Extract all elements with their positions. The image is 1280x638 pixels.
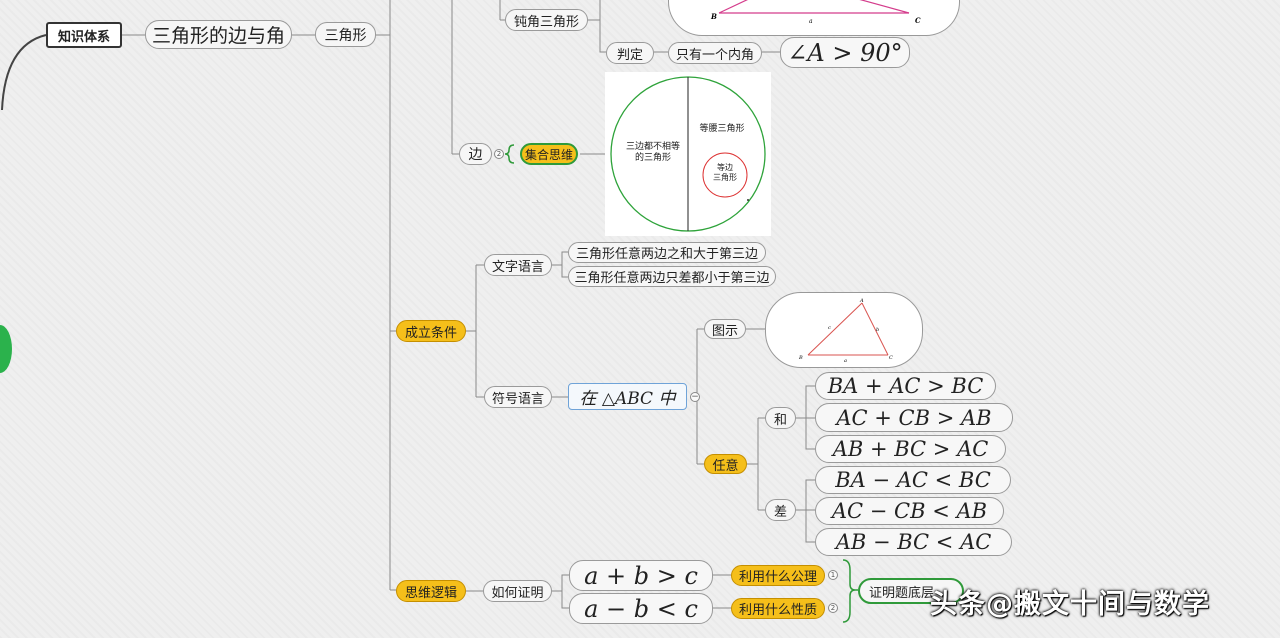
how-prove-node[interactable]: 如何证明	[483, 580, 552, 602]
diff-node[interactable]: 差	[765, 499, 796, 521]
vertex-label-c: C	[915, 16, 921, 25]
angle-formula-node[interactable]: ∠A > 90°	[780, 37, 910, 68]
ineq-ab-diff[interactable]: a − b < c	[569, 593, 713, 624]
side-b-line	[861, 302, 889, 356]
venn-label-equilateral: 等边 三角形	[713, 163, 737, 182]
one-angle-node[interactable]: 只有一个内角	[668, 42, 762, 64]
side-b-label: b	[876, 327, 879, 333]
symbol-language-node[interactable]: 符号语言	[484, 386, 552, 408]
vertex-label-b: B	[710, 12, 717, 21]
topic-node[interactable]: 三角形的边与角	[145, 20, 292, 49]
use-axiom-node[interactable]: 利用什么公理	[731, 565, 825, 586]
obtuse-triangle-figure: B a C	[668, 0, 960, 36]
venn-label-isosceles: 等腰三角形	[699, 124, 745, 134]
collapse-toggle[interactable]: −	[690, 392, 700, 402]
side-collapse-badge[interactable]: 2	[494, 149, 504, 159]
ineq-sum-3[interactable]: AB + BC > AC	[815, 435, 1006, 463]
vertex-b: B	[798, 355, 803, 361]
in-triangle-abc-node[interactable]: 在 △ABC 中	[568, 383, 687, 410]
triangle-node[interactable]: 三角形	[315, 22, 376, 47]
ineq-ab-sum[interactable]: a + b > c	[569, 560, 713, 591]
any-node[interactable]: 任意	[704, 454, 747, 474]
ineq-sum-1[interactable]: BA + AC > BC	[815, 372, 996, 400]
ineq-diff-3[interactable]: AB − BC < AC	[815, 528, 1012, 556]
side-a-label: a	[844, 358, 847, 364]
side-node[interactable]: 边	[459, 143, 492, 165]
set-thinking-node[interactable]: 集合思维	[520, 143, 578, 165]
obtuse-triangle-node[interactable]: 钝角三角形	[505, 9, 588, 31]
text-language-node[interactable]: 文字语言	[484, 254, 552, 276]
vertex-a: A	[859, 298, 864, 304]
sum-node[interactable]: 和	[765, 407, 796, 429]
figure-node[interactable]: 图示	[704, 319, 746, 339]
watermark: 头条@搬文十间与数学	[930, 589, 1210, 620]
property-badge[interactable]: 2	[828, 603, 838, 613]
venn-label-scalene: 三边都不相等 的三角形	[625, 142, 680, 164]
use-property-node[interactable]: 利用什么性质	[731, 598, 825, 619]
root-node[interactable]: 知识体系	[46, 22, 122, 48]
conditions-node[interactable]: 成立条件	[396, 320, 466, 342]
rule-sum-node[interactable]: 三角形任意两边之和大于第三边	[568, 242, 766, 263]
judge-node[interactable]: 判定	[606, 42, 654, 64]
axiom-badge[interactable]: 1	[828, 570, 838, 580]
vertex-c: C	[889, 355, 893, 361]
side-c-line	[807, 302, 863, 356]
ineq-diff-1[interactable]: BA − AC < BC	[815, 466, 1011, 494]
thinking-logic-node[interactable]: 思维逻辑	[396, 580, 466, 602]
ineq-sum-2[interactable]: AC + CB > AB	[815, 403, 1013, 432]
side-c-label: c	[828, 325, 831, 331]
rule-diff-node[interactable]: 三角形任意两边只差都小于第三边	[568, 266, 776, 287]
venn-diagram: 三边都不相等 的三角形 等腰三角形 等边 三角形	[605, 72, 771, 236]
side-label-a: a	[809, 18, 813, 25]
ineq-diff-2[interactable]: AC − CB < AB	[815, 497, 1004, 525]
triangle-abc-figure: A B C a b c	[765, 292, 923, 368]
